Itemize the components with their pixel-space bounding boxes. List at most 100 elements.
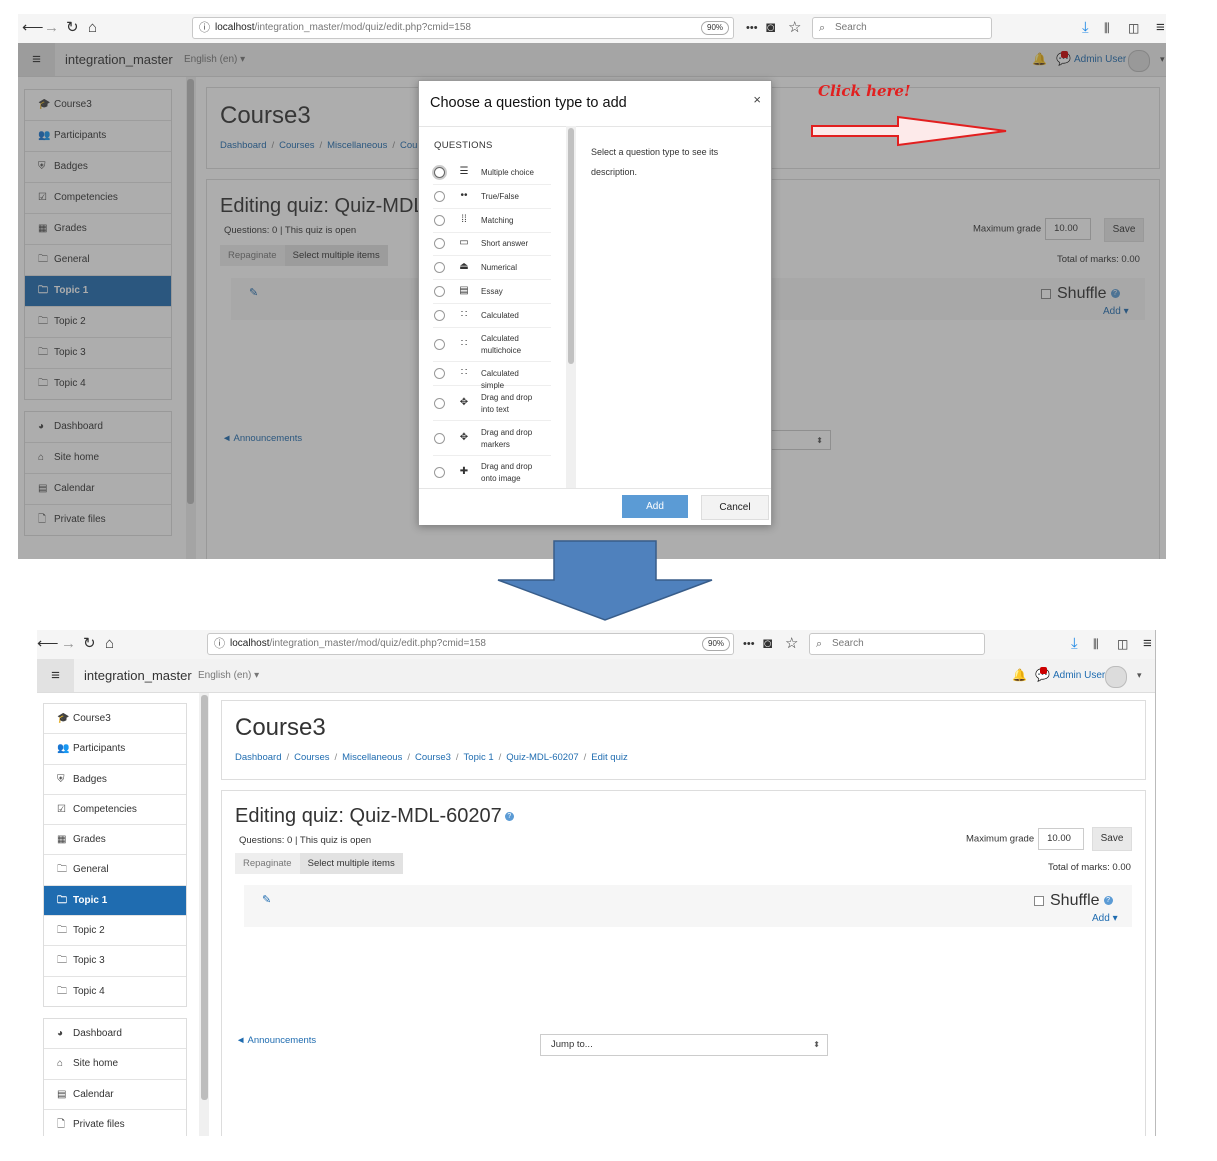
site-brand[interactable]: integration_master: [84, 659, 192, 692]
question-type-radio[interactable]: [434, 467, 445, 478]
sidebar-item-general[interactable]: 🗀 General: [44, 855, 186, 886]
add-button[interactable]: Add: [622, 495, 688, 518]
question-type-radio[interactable]: [434, 167, 445, 178]
sidebar-item-dashboard[interactable]: ◕ Dashboard: [44, 1019, 186, 1050]
zoom-indicator[interactable]: 90%: [702, 637, 731, 651]
sidebar-item-site-home[interactable]: ⌂ Site home: [44, 1049, 186, 1080]
search-bar[interactable]: ⌕ Search: [809, 633, 985, 655]
help-icon[interactable]: ?: [504, 812, 514, 822]
sidebar-item-badges[interactable]: ⛨ Badges: [44, 765, 186, 795]
question-type-option[interactable]: ▤ Essay: [433, 281, 551, 304]
forward-icon[interactable]: →: [61, 634, 76, 654]
question-type-option[interactable]: ∷ Calculated: [433, 305, 551, 328]
sidebar-item-grades[interactable]: ▦ Grades: [44, 825, 186, 856]
sidebar-item-competencies[interactable]: ☑ Competencies: [44, 795, 186, 826]
question-type-option[interactable]: ☰ Multiple choice: [433, 162, 551, 185]
question-type-option[interactable]: ∷ Calculated multichoice: [433, 328, 551, 362]
jump-to-select[interactable]: Jump to... ⬍: [540, 1034, 828, 1056]
menu-icon[interactable]: ≡: [1143, 634, 1152, 654]
sidebar-item-topic-3[interactable]: 🗀 Topic 3: [44, 946, 186, 977]
forward-icon[interactable]: →: [44, 18, 59, 38]
question-type-radio[interactable]: [434, 191, 445, 202]
question-type-option[interactable]: ∷ Calculated simple: [433, 363, 551, 390]
question-type-radio[interactable]: [434, 433, 445, 444]
question-type-radio[interactable]: [434, 215, 445, 226]
select-multiple-button[interactable]: Select multiple items: [299, 853, 403, 874]
user-menu-caret-icon[interactable]: ▾: [1137, 659, 1142, 692]
sidebar-item-course3[interactable]: 🎓 Course3: [44, 704, 186, 735]
bookmark-star-icon[interactable]: ☆: [785, 634, 798, 654]
info-icon[interactable]: ⓘ: [214, 634, 225, 654]
address-bar[interactable]: ⓘ localhost/integration_master/mod/quiz/…: [192, 17, 734, 39]
close-icon[interactable]: ×: [753, 92, 761, 107]
home-icon[interactable]: ⌂: [105, 634, 114, 654]
back-icon[interactable]: ⟵: [22, 18, 44, 38]
bookmark-star-icon[interactable]: ☆: [788, 18, 801, 38]
question-type-option[interactable]: ✥ Drag and drop markers: [433, 422, 551, 456]
page-actions-icon[interactable]: •••: [746, 18, 758, 38]
zoom-indicator[interactable]: 90%: [701, 21, 730, 35]
question-type-radio[interactable]: [434, 368, 445, 379]
cancel-button[interactable]: Cancel: [701, 495, 769, 520]
reload-icon[interactable]: ↻: [66, 18, 79, 38]
menu-icon[interactable]: ≡: [1156, 18, 1165, 38]
sidebar-scrollbar[interactable]: [201, 695, 208, 1100]
info-icon[interactable]: ⓘ: [199, 18, 210, 38]
list-scrollbar[interactable]: [568, 128, 574, 364]
library-icon[interactable]: ⫼: [1093, 634, 1099, 654]
question-type-option[interactable]: ✚ Drag and drop onto image: [433, 456, 551, 488]
avatar[interactable]: [1105, 666, 1127, 688]
breadcrumb-link[interactable]: Edit quiz: [591, 752, 627, 763]
help-icon[interactable]: ?: [1103, 896, 1113, 906]
sidebar-item-topic-2[interactable]: 🗀 Topic 2: [44, 916, 186, 947]
breadcrumb-link[interactable]: Dashboard: [235, 752, 281, 763]
library-icon[interactable]: ⫼: [1104, 18, 1110, 38]
breadcrumb-link[interactable]: Courses: [294, 752, 329, 763]
sidebar-item-participants[interactable]: 👥 Participants: [44, 734, 186, 765]
search-bar[interactable]: ⌕ Search: [812, 17, 992, 39]
question-type-radio[interactable]: [434, 310, 445, 321]
sidebar-toggle-icon[interactable]: ◫: [1128, 18, 1139, 38]
page-actions-icon[interactable]: •••: [743, 634, 755, 654]
repaginate-button[interactable]: Repaginate: [235, 853, 300, 874]
breadcrumb-link[interactable]: Miscellaneous: [342, 752, 402, 763]
reload-icon[interactable]: ↻: [83, 634, 96, 654]
user-name[interactable]: Admin User: [1053, 659, 1105, 692]
question-type-option[interactable]: ⏏ Numerical: [433, 257, 551, 280]
shuffle-control[interactable]: Shuffle?: [1034, 892, 1113, 910]
language-menu[interactable]: English (en) ▾: [198, 659, 259, 692]
breadcrumb-link[interactable]: Course3: [415, 752, 451, 763]
breadcrumb-link[interactable]: Topic 1: [464, 752, 494, 763]
back-icon[interactable]: ⟵: [37, 634, 59, 654]
question-type-radio[interactable]: [434, 398, 445, 409]
home-icon[interactable]: ⌂: [88, 18, 97, 38]
download-icon[interactable]: ⤓: [1071, 634, 1078, 654]
pocket-icon[interactable]: ◙: [766, 18, 775, 38]
download-icon[interactable]: ⤓: [1082, 18, 1089, 38]
shuffle-checkbox[interactable]: [1034, 895, 1044, 906]
sidebar-item-topic-4[interactable]: 🗀 Topic 4: [44, 977, 186, 1006]
pencil-icon[interactable]: ✎: [262, 893, 271, 906]
sidebar-item-topic-1[interactable]: 🗀 Topic 1: [44, 885, 186, 917]
address-bar[interactable]: ⓘ localhost/integration_master/mod/quiz/…: [207, 633, 734, 655]
sidebar-item-private-files[interactable]: 🗋 Private files: [44, 1110, 186, 1136]
question-type-option[interactable]: •• True/False: [433, 186, 551, 209]
announcements-link[interactable]: ◄ Announcements: [236, 1035, 316, 1046]
save-button[interactable]: Save: [1092, 827, 1132, 851]
question-type-radio[interactable]: [434, 286, 445, 297]
notification-bell-icon[interactable]: 🔔: [1012, 659, 1027, 692]
question-type-option[interactable]: ✥ Drag and drop into text: [433, 387, 551, 421]
hamburger-icon[interactable]: ≡: [37, 659, 74, 692]
question-type-radio[interactable]: [434, 262, 445, 273]
sidebar-item-calendar[interactable]: ▤ Calendar: [44, 1080, 186, 1110]
sidebar-toggle-icon[interactable]: ◫: [1117, 634, 1128, 654]
question-type-radio[interactable]: [434, 238, 445, 249]
question-type-radio[interactable]: [434, 339, 445, 350]
question-type-option[interactable]: ▭ Short answer: [433, 233, 551, 256]
question-type-option[interactable]: ⁞⁞ Matching: [433, 210, 551, 233]
messages-icon[interactable]: 💬: [1035, 659, 1050, 692]
pocket-icon[interactable]: ◙: [763, 634, 772, 654]
breadcrumb-link[interactable]: Quiz-MDL-60207: [506, 752, 578, 763]
add-menu[interactable]: Add ▾: [1092, 913, 1118, 924]
max-grade-input[interactable]: 10.00: [1038, 828, 1085, 850]
